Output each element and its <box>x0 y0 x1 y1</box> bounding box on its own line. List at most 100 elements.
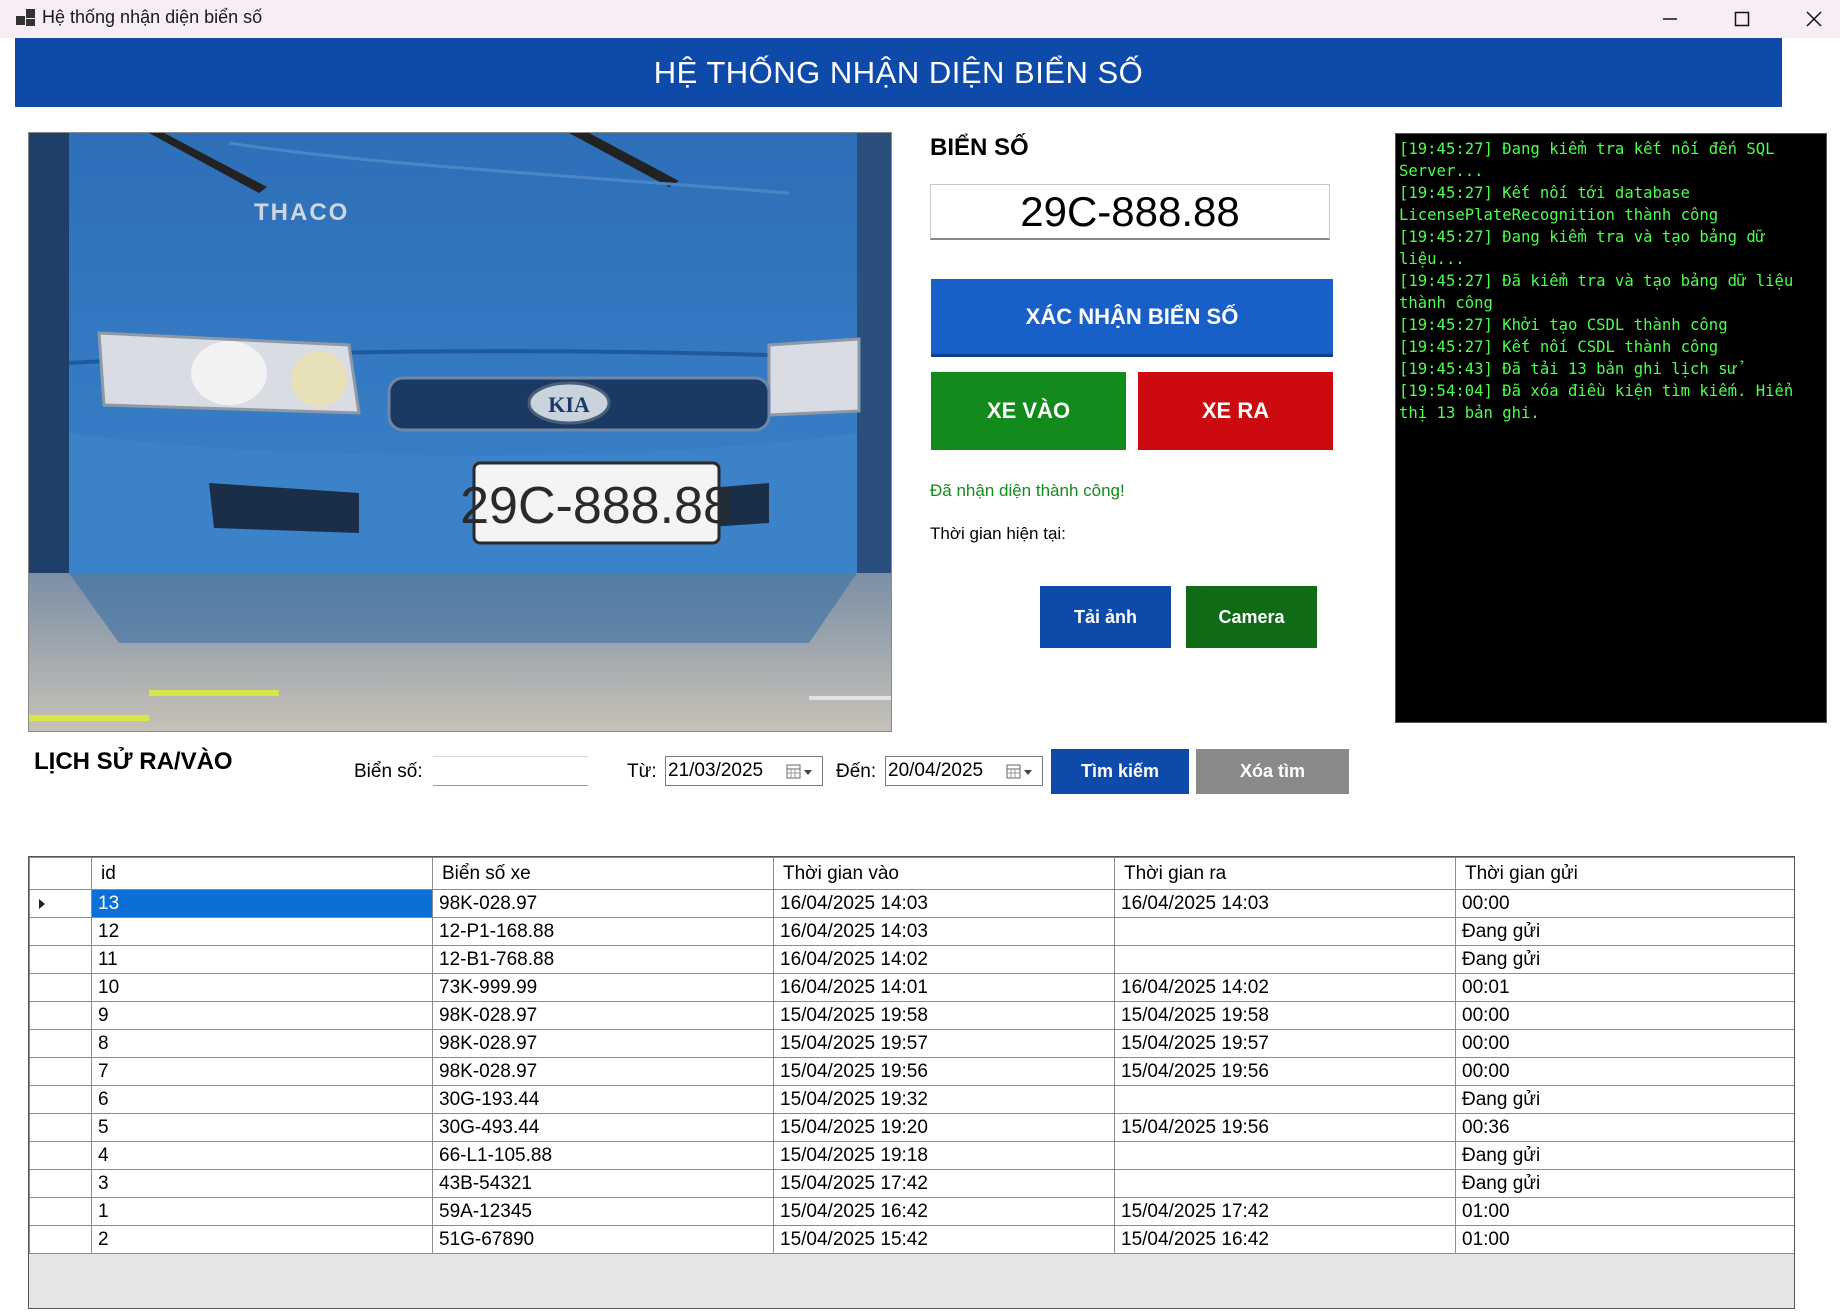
table-cell[interactable]: Đang gửi <box>1455 1169 1794 1198</box>
table-cell[interactable]: 30G-493.44 <box>432 1113 774 1142</box>
filter-plate-input[interactable] <box>433 756 588 786</box>
search-button[interactable]: Tìm kiếm <box>1051 749 1189 794</box>
table-cell[interactable]: 00:00 <box>1455 1029 1794 1058</box>
column-header[interactable]: Thời gian vào <box>773 857 1115 890</box>
table-cell[interactable]: 98K-028.97 <box>432 1057 774 1086</box>
column-header[interactable]: id <box>91 857 433 890</box>
table-cell[interactable] <box>1114 1141 1456 1170</box>
row-header[interactable] <box>29 1197 92 1226</box>
to-date-picker[interactable]: 20/04/2025 <box>885 756 1043 786</box>
table-cell[interactable] <box>1114 917 1456 946</box>
table-cell[interactable]: 16/04/2025 14:03 <box>773 917 1115 946</box>
table-cell[interactable]: 73K-999.99 <box>432 973 774 1002</box>
column-header[interactable]: Thời gian gửi <box>1455 857 1794 890</box>
column-header[interactable]: Thời gian ra <box>1114 857 1456 890</box>
table-cell[interactable]: 30G-193.44 <box>432 1085 774 1114</box>
row-header[interactable] <box>29 1085 92 1114</box>
table-cell[interactable]: 15/04/2025 17:42 <box>1114 1197 1456 1226</box>
table-cell[interactable]: 3 <box>91 1169 433 1198</box>
table-cell[interactable]: 4 <box>91 1141 433 1170</box>
table-cell[interactable]: Đang gửi <box>1455 917 1794 946</box>
table-cell[interactable]: 00:00 <box>1455 889 1794 918</box>
log-console[interactable]: [19:45:27] Đang kiểm tra kết nối đến SQL… <box>1395 133 1827 723</box>
table-cell[interactable]: 15/04/2025 19:32 <box>773 1085 1115 1114</box>
minimize-button[interactable] <box>1634 0 1706 38</box>
table-row[interactable]: 9 98K-028.97 15/04/2025 19:58 15/04/2025 19… <box>29 1001 1794 1030</box>
table-cell[interactable] <box>1114 1169 1456 1198</box>
table-row[interactable]: 7 98K-028.97 15/04/2025 19:56 15/04/2025 19… <box>29 1057 1794 1086</box>
row-header[interactable] <box>29 917 92 946</box>
calendar-dropdown-icon[interactable] <box>786 763 814 781</box>
table-row[interactable]: 5 30G-493.44 15/04/2025 19:20 15/04/2025 19… <box>29 1113 1794 1142</box>
row-header[interactable] <box>29 1169 92 1198</box>
table-row[interactable]: 2 51G-67890 15/04/2025 15:42 15/04/2025 16:… <box>29 1225 1794 1254</box>
row-header[interactable] <box>29 1141 92 1170</box>
table-cell[interactable]: 16/04/2025 14:01 <box>773 973 1115 1002</box>
table-cell[interactable]: 2 <box>91 1225 433 1254</box>
table-cell[interactable]: 00:36 <box>1455 1113 1794 1142</box>
table-cell[interactable]: 13 <box>91 889 433 918</box>
table-cell[interactable]: 00:00 <box>1455 1057 1794 1086</box>
row-header[interactable] <box>29 945 92 974</box>
table-cell[interactable]: 15/04/2025 19:58 <box>1114 1001 1456 1030</box>
table-cell[interactable]: 15/04/2025 19:57 <box>1114 1029 1456 1058</box>
table-cell[interactable]: 01:00 <box>1455 1225 1794 1254</box>
history-grid[interactable]: id Biển số xe Thời gian vào Thời gian ra Thờ… <box>28 856 1795 1309</box>
table-row[interactable]: 6 30G-193.44 15/04/2025 19:32 Đang gửi <box>29 1085 1794 1114</box>
table-cell[interactable]: 15/04/2025 16:42 <box>773 1197 1115 1226</box>
row-header[interactable] <box>29 1113 92 1142</box>
table-cell[interactable]: 9 <box>91 1001 433 1030</box>
table-cell[interactable]: 00:00 <box>1455 1001 1794 1030</box>
close-button[interactable] <box>1778 0 1840 38</box>
table-row[interactable]: 11 12-B1-768.88 16/04/2025 14:02 Đang gửi <box>29 945 1794 974</box>
row-header[interactable] <box>29 1057 92 1086</box>
table-cell[interactable]: 00:01 <box>1455 973 1794 1002</box>
row-header[interactable] <box>29 1001 92 1030</box>
table-row[interactable]: 8 98K-028.97 15/04/2025 19:57 15/04/2025 19… <box>29 1029 1794 1058</box>
table-cell[interactable] <box>1114 1085 1456 1114</box>
column-header[interactable]: Biển số xe <box>432 857 774 890</box>
table-cell[interactable]: 16/04/2025 14:03 <box>1114 889 1456 918</box>
table-cell[interactable]: 10 <box>91 973 433 1002</box>
table-cell[interactable]: 15/04/2025 17:42 <box>773 1169 1115 1198</box>
table-cell[interactable]: 8 <box>91 1029 433 1058</box>
confirm-plate-button[interactable]: XÁC NHẬN BIỂN SỐ <box>931 279 1333 357</box>
table-cell[interactable]: Đang gửi <box>1455 1141 1794 1170</box>
load-image-button[interactable]: Tải ảnh <box>1040 586 1171 648</box>
table-cell[interactable]: 43B-54321 <box>432 1169 774 1198</box>
table-cell[interactable]: 98K-028.97 <box>432 889 774 918</box>
table-cell[interactable]: 15/04/2025 15:42 <box>773 1225 1115 1254</box>
vehicle-in-button[interactable]: XE VÀO <box>931 372 1126 450</box>
table-cell[interactable]: 11 <box>91 945 433 974</box>
table-cell[interactable]: 12-B1-768.88 <box>432 945 774 974</box>
table-cell[interactable]: 6 <box>91 1085 433 1114</box>
table-row[interactable]: 4 66-L1-105.88 15/04/2025 19:18 Đang gửi <box>29 1141 1794 1170</box>
table-row[interactable]: 13 98K-028.97 16/04/2025 14:03 16/04/2025 1… <box>29 889 1794 918</box>
table-cell[interactable]: 01:00 <box>1455 1197 1794 1226</box>
row-header[interactable] <box>29 973 92 1002</box>
camera-button[interactable]: Camera <box>1186 586 1317 648</box>
clear-search-button[interactable]: Xóa tìm <box>1196 749 1349 794</box>
maximize-button[interactable] <box>1706 0 1778 38</box>
table-row[interactable]: 10 73K-999.99 16/04/2025 14:01 16/04/2025 1… <box>29 973 1794 1002</box>
table-row[interactable]: 12 12-P1-168.88 16/04/2025 14:03 Đang gửi <box>29 917 1794 946</box>
table-cell[interactable]: 15/04/2025 16:42 <box>1114 1225 1456 1254</box>
table-cell[interactable]: 16/04/2025 14:02 <box>773 945 1115 974</box>
vehicle-out-button[interactable]: XE RA <box>1138 372 1333 450</box>
from-date-picker[interactable]: 21/03/2025 <box>665 756 823 786</box>
row-header[interactable] <box>29 889 92 918</box>
table-cell[interactable]: 51G-67890 <box>432 1225 774 1254</box>
table-cell[interactable]: 15/04/2025 19:56 <box>773 1057 1115 1086</box>
table-cell[interactable]: 12-P1-168.88 <box>432 917 774 946</box>
table-cell[interactable]: 1 <box>91 1197 433 1226</box>
table-cell[interactable]: 98K-028.97 <box>432 1001 774 1030</box>
grid-body[interactable]: 13 98K-028.97 16/04/2025 14:03 16/04/2025 1… <box>29 889 1794 1254</box>
table-cell[interactable]: 5 <box>91 1113 433 1142</box>
table-cell[interactable]: 16/04/2025 14:03 <box>773 889 1115 918</box>
table-cell[interactable]: 15/04/2025 19:20 <box>773 1113 1115 1142</box>
table-row[interactable]: 3 43B-54321 15/04/2025 17:42 Đang gửi <box>29 1169 1794 1198</box>
table-cell[interactable]: 66-L1-105.88 <box>432 1141 774 1170</box>
table-cell[interactable]: 15/04/2025 19:18 <box>773 1141 1115 1170</box>
table-cell[interactable]: 98K-028.97 <box>432 1029 774 1058</box>
table-cell[interactable] <box>1114 945 1456 974</box>
